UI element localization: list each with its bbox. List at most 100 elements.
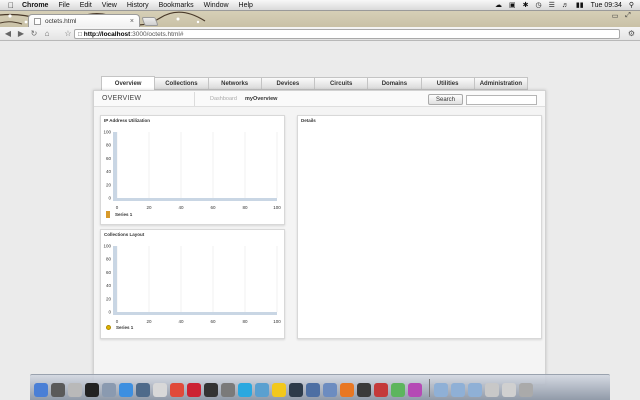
y-tick-label: 20 (106, 296, 112, 301)
y-axis-band (113, 132, 117, 198)
system-preferences-icon[interactable] (68, 383, 82, 397)
breadcrumb-dashboard[interactable]: Dashboard (210, 96, 237, 102)
menu-edit[interactable]: Edit (80, 2, 92, 9)
menu-app-chrome[interactable]: Chrome (22, 2, 48, 9)
downloads-folder-icon[interactable] (468, 383, 482, 397)
menu-view[interactable]: View (102, 2, 117, 9)
menu-help[interactable]: Help (239, 2, 253, 9)
activity-monitor-icon[interactable] (289, 383, 303, 397)
breadcrumb-myoverview[interactable]: myOverview (245, 96, 277, 102)
tab-overview[interactable]: Overview (101, 76, 156, 90)
ip-utilization-widget: IP Address Utilization 0 20 40 60 80 100 0 20 40… (100, 115, 285, 225)
filezilla-icon[interactable] (374, 383, 388, 397)
spotlight-icon[interactable]: ⚲ (629, 1, 634, 9)
tab-utilities[interactable]: Utilities (421, 77, 475, 90)
main-nav-tabs: Overview Collections Networks Devices Ci… (101, 76, 528, 90)
dashboard-icon[interactable] (51, 383, 65, 397)
browser-tab[interactable]: octets.html × (28, 14, 140, 27)
tab-domains[interactable]: Domains (368, 77, 422, 90)
x-tick-label: 40 (178, 319, 184, 324)
window-restore-icon[interactable]: ▭ (610, 12, 620, 20)
panel-header: OVERVIEW Dashboard myOverview Search (94, 91, 545, 107)
preview-icon[interactable] (323, 383, 337, 397)
back-icon[interactable]: ◀ (3, 29, 13, 39)
header-divider (194, 92, 195, 106)
finder-icon[interactable] (34, 383, 48, 397)
stack-icon[interactable] (485, 383, 499, 397)
flash-icon[interactable] (204, 383, 218, 397)
y-tick-label: 20 (106, 182, 112, 187)
ip-utilization-chart: 0 20 40 60 80 100 0 20 40 60 80 100 (103, 130, 281, 211)
cloud-icon[interactable]: ☁ (495, 1, 502, 9)
browser-tab-title: octets.html (45, 17, 77, 25)
tab-networks[interactable]: Networks (208, 77, 262, 90)
y-axis-band (113, 246, 117, 312)
browser-toolbar: ◀ ▶ ↻ ⌂ □ http://localhost:3000/octets.h… (0, 27, 640, 41)
screen-icon[interactable]: ▣ (509, 1, 516, 9)
x-tick-label: 100 (273, 205, 281, 210)
wifi-icon[interactable]: ☰ (549, 1, 555, 9)
widget-title: IP Address Utilization (104, 118, 151, 123)
textmate-icon[interactable] (357, 383, 371, 397)
apple-menu-icon[interactable]:  (6, 1, 16, 10)
x-axis-band (113, 312, 277, 315)
firefox-icon[interactable] (340, 383, 354, 397)
network-icon[interactable] (255, 383, 269, 397)
legend-label: Series 1 (116, 325, 134, 330)
skype-icon[interactable] (238, 383, 252, 397)
legend-dot-swatch (106, 325, 111, 330)
address-book-icon[interactable] (153, 383, 167, 397)
window-fullscreen-icon[interactable]: ⤢ (623, 12, 633, 20)
y-tick-label: 60 (106, 156, 112, 161)
menu-bar:  Chrome File Edit View History Bookmark… (0, 0, 640, 11)
x-axis-band (113, 198, 277, 201)
page-title: OVERVIEW (102, 95, 142, 102)
search-button[interactable]: Search (428, 94, 463, 105)
calendar-icon[interactable] (187, 383, 201, 397)
page-favicon-icon (34, 17, 41, 25)
wrench-menu-icon[interactable]: ⚙ (628, 29, 635, 38)
menu-bookmarks[interactable]: Bookmarks (159, 2, 194, 9)
search-input[interactable] (466, 95, 537, 105)
menu-history[interactable]: History (127, 2, 149, 9)
x-tick-label: 60 (210, 205, 216, 210)
close-tab-icon[interactable]: × (130, 18, 134, 25)
tab-circuits[interactable]: Circuits (315, 77, 369, 90)
xcode-icon[interactable] (306, 383, 320, 397)
y-tick-label: 100 (103, 244, 111, 249)
tab-administration[interactable]: Administration (474, 77, 528, 90)
tab-collections[interactable]: Collections (155, 77, 209, 90)
address-bar[interactable]: □ http://localhost:3000/octets.html# (74, 29, 620, 39)
terminal-icon[interactable] (85, 383, 99, 397)
y-tick-label: 40 (106, 283, 112, 288)
volume-icon[interactable]: ♬ (562, 2, 569, 9)
applications-folder-icon[interactable] (434, 383, 448, 397)
photo-icon[interactable] (221, 383, 235, 397)
stack-icon[interactable] (502, 383, 516, 397)
y-tick-label: 60 (106, 270, 112, 275)
chrome-icon[interactable] (170, 383, 184, 397)
legend-label: Series 1 (115, 212, 133, 217)
new-tab-button[interactable] (141, 17, 159, 26)
mail-icon[interactable] (102, 383, 116, 397)
app-icon[interactable] (408, 383, 422, 397)
bluetooth-icon[interactable]: ✱ (523, 1, 529, 9)
reload-icon[interactable]: ↻ (29, 29, 39, 39)
forward-icon[interactable]: ▶ (16, 29, 26, 39)
trash-icon[interactable] (519, 383, 533, 397)
home-icon[interactable]: ⌂ (42, 29, 52, 39)
menu-window[interactable]: Window (204, 2, 229, 9)
documents-folder-icon[interactable] (451, 383, 465, 397)
bookmark-star-icon[interactable]: ☆ (63, 29, 73, 39)
adium-icon[interactable] (272, 383, 286, 397)
itunes-icon[interactable] (136, 383, 150, 397)
menu-file[interactable]: File (58, 2, 69, 9)
safari-icon[interactable] (119, 383, 133, 397)
utility-icon[interactable] (391, 383, 405, 397)
battery-icon[interactable]: ▮▮ (576, 1, 584, 9)
clock[interactable]: Tue 09:34 (591, 2, 622, 9)
time-machine-icon[interactable]: ◷ (535, 1, 541, 9)
legend-bar-swatch (106, 211, 110, 218)
tab-devices[interactable]: Devices (261, 77, 315, 90)
browser-tab-strip: octets.html × ▭ ⤢ (0, 11, 640, 27)
